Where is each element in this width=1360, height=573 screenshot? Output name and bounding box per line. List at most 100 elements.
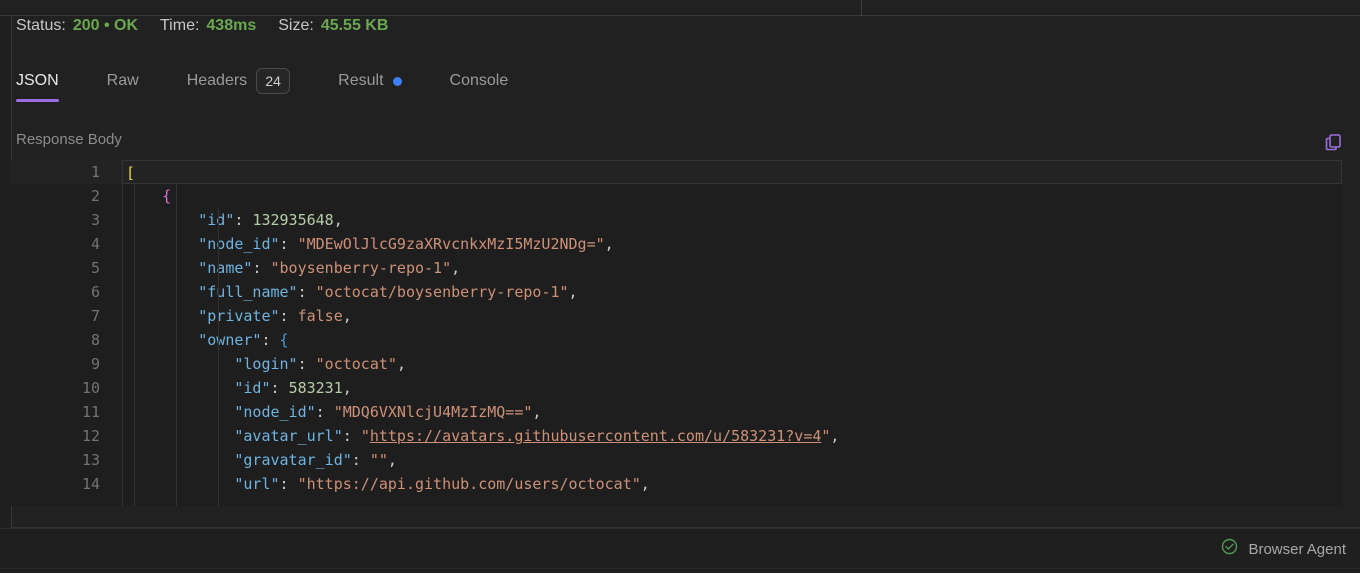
- line-number: 10: [81, 379, 100, 397]
- code-line[interactable]: 9 "login": "octocat",: [10, 352, 1342, 376]
- code-token: "private": [198, 307, 280, 325]
- code-token: ,: [333, 211, 343, 229]
- code-line-text: "id": 583231,: [123, 376, 1342, 400]
- code-token: "node_id": [234, 403, 316, 421]
- code-token: :: [279, 307, 298, 325]
- code-token: :: [279, 235, 298, 253]
- size-value: 45.55 KB: [320, 17, 389, 34]
- code-token: ,: [342, 379, 352, 397]
- bottom-status-bar: Browser Agent: [0, 528, 1360, 573]
- code-token: :: [315, 403, 334, 421]
- response-status-row: Status: 200 • OK Time: 438ms Size: 45.55…: [16, 17, 388, 35]
- code-token: :: [342, 427, 361, 445]
- code-token: "https://api.github.com/users/octocat": [297, 475, 641, 493]
- code-line[interactable]: 3 "id": 132935648,: [10, 208, 1342, 232]
- size-label: Size:: [278, 17, 314, 34]
- line-number: 9: [90, 355, 100, 373]
- line-number: 12: [81, 427, 100, 445]
- code-token: ,: [387, 451, 397, 469]
- tab-label: Headers: [186, 72, 248, 89]
- tab-label: Raw: [106, 72, 139, 89]
- code-line[interactable]: 13 "gravatar_id": "",: [10, 448, 1342, 472]
- line-number: 8: [90, 331, 100, 349]
- copy-icon[interactable]: [1320, 129, 1346, 155]
- code-line-text: "private": false,: [123, 304, 1342, 328]
- code-line-text: "id": 132935648,: [123, 208, 1342, 232]
- code-token: "id": [234, 379, 271, 397]
- tab-badge-count: 24: [256, 68, 291, 94]
- check-circle-icon: [1221, 538, 1238, 560]
- code-line[interactable]: 5 "name": "boysenberry-repo-1",: [10, 256, 1342, 280]
- code-token: "name": [198, 259, 253, 277]
- time-value: 438ms: [206, 17, 257, 34]
- code-line-text: "gravatar_id": "",: [123, 448, 1342, 472]
- tab-status-dot: [392, 76, 402, 86]
- code-line[interactable]: 4 "node_id": "MDEwOlJlcG9zaXRvcnkxMzI5Mz…: [10, 232, 1342, 256]
- line-number: 3: [90, 211, 100, 229]
- code-line[interactable]: 14 "url": "https://api.github.com/users/…: [10, 472, 1342, 496]
- code-token: "id": [198, 211, 235, 229]
- code-token: ,: [640, 475, 650, 493]
- code-token: ": [360, 427, 370, 445]
- code-line[interactable]: 7 "private": false,: [10, 304, 1342, 328]
- code-line-text: [: [123, 160, 1342, 184]
- tab-headers[interactable]: Headers 24: [186, 60, 291, 102]
- code-token: "octocat/boysenberry-repo-1": [315, 283, 569, 301]
- tab-raw[interactable]: Raw: [107, 60, 139, 102]
- code-token: "gravatar_id": [234, 451, 352, 469]
- code-line-text: "owner": {: [123, 328, 1342, 352]
- code-token: 132935648: [252, 211, 334, 229]
- code-link[interactable]: https://avatars.githubusercontent.com/u/…: [370, 427, 822, 445]
- code-token: ,: [342, 307, 352, 325]
- code-token: :: [270, 379, 289, 397]
- json-code-editor[interactable]: 1[2 {3 "id": 132935648, 4 "node_id": "MDE…: [10, 160, 1342, 506]
- code-line-text: "name": "boysenberry-repo-1",: [123, 256, 1342, 280]
- agent-label: Browser Agent: [1248, 540, 1346, 558]
- code-token: "avatar_url": [234, 427, 343, 445]
- code-line-text: "full_name": "octocat/boysenberry-repo-1…: [123, 280, 1342, 304]
- code-line-text: {: [123, 184, 1342, 208]
- tab-console[interactable]: Console: [450, 60, 509, 102]
- tab-label: JSON: [16, 72, 59, 89]
- code-line[interactable]: 6 "full_name": "octocat/boysenberry-repo…: [10, 280, 1342, 304]
- line-number: 4: [90, 235, 100, 253]
- line-number: 5: [90, 259, 100, 277]
- code-token: "owner": [198, 331, 262, 349]
- code-token: [: [126, 164, 136, 182]
- code-token: ,: [451, 259, 461, 277]
- status-label: Status:: [16, 17, 66, 34]
- code-token: "url": [234, 475, 280, 493]
- response-body-title: Response Body: [16, 131, 122, 148]
- code-token: {: [162, 187, 172, 205]
- gutter-divider: [122, 160, 123, 506]
- code-token: "login": [234, 355, 298, 373]
- code-token: ,: [568, 283, 578, 301]
- line-number: 14: [81, 475, 100, 493]
- code-token: ,: [604, 235, 614, 253]
- code-token: :: [297, 355, 316, 373]
- code-line[interactable]: 2 {: [10, 184, 1342, 208]
- tab-json[interactable]: JSON: [16, 60, 59, 102]
- code-token: :: [351, 451, 370, 469]
- code-token: :: [297, 283, 316, 301]
- tab-label: Console: [449, 72, 509, 89]
- code-token: false: [297, 307, 343, 325]
- tab-result[interactable]: Result: [338, 60, 402, 102]
- code-line-text: "avatar_url": "https://avatars.githubuse…: [123, 424, 1342, 448]
- code-line[interactable]: 10 "id": 583231,: [10, 376, 1342, 400]
- code-line[interactable]: 8 "owner": {: [10, 328, 1342, 352]
- code-line[interactable]: 11 "node_id": "MDQ6VXNlcjU4MzIzMQ==",: [10, 400, 1342, 424]
- code-line[interactable]: 1[: [10, 160, 1342, 184]
- code-token: :: [279, 475, 298, 493]
- code-token: "MDQ6VXNlcjU4MzIzMQ==": [333, 403, 533, 421]
- code-line-text: "node_id": "MDQ6VXNlcjU4MzIzMQ==",: [123, 400, 1342, 424]
- code-line[interactable]: 12 "avatar_url": "https://avatars.github…: [10, 424, 1342, 448]
- code-token: ,: [396, 355, 406, 373]
- line-number: 11: [81, 403, 100, 421]
- response-viewer: Status: 200 • OK Time: 438ms Size: 45.55…: [0, 0, 1360, 573]
